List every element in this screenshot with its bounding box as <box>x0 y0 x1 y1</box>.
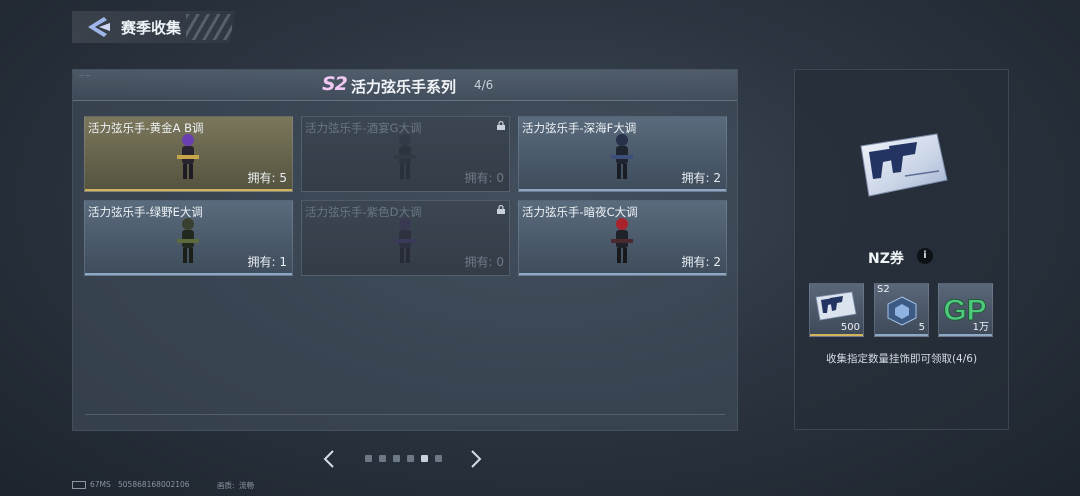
season-badge: S2 <box>322 73 348 95</box>
battery-icon <box>72 481 86 489</box>
info-icon[interactable]: i <box>917 248 933 264</box>
uid-text: 505868168002106 <box>118 480 190 489</box>
reward-item-nz-ticket[interactable]: 500 <box>809 283 864 337</box>
reward-name: NZ券 <box>868 251 904 267</box>
reward-qty: 5 <box>918 322 925 333</box>
card-gold-ab[interactable]: 活力弦乐手-黄金A B调 拥有: 5 <box>84 116 293 192</box>
page-dot[interactable] <box>393 455 400 462</box>
page-dot[interactable] <box>435 455 442 462</box>
card-owned-count: 拥有: 0 <box>464 171 505 185</box>
charm-figure-deepsea <box>611 134 633 179</box>
header-decoration-left: — — <box>79 73 91 79</box>
page-dot[interactable] <box>379 455 386 462</box>
reward-panel: NZ券 i 500 S2 5 GP 1万 收集指定数量挂饰即可领取(4/6) <box>794 69 1009 430</box>
s2-crate-icon <box>887 296 917 326</box>
lock-icon <box>497 205 505 214</box>
reward-tag: S2 <box>877 284 890 295</box>
card-owned-count: 拥有: 5 <box>247 171 288 185</box>
card-owned-count: 拥有: 1 <box>247 255 288 269</box>
quality-value: 流畅 <box>239 481 254 490</box>
panel-divider <box>85 414 725 415</box>
page-dot[interactable] <box>365 455 372 462</box>
reward-underline <box>810 334 863 336</box>
series-progress: 4/6 <box>474 78 494 92</box>
collection-panel: — — S2 活力弦乐手系列 4/6 活力弦乐手-黄金A B调 拥有: 5 活力… <box>72 69 738 431</box>
card-darknight-c[interactable]: 活力弦乐手-暗夜C大调 拥有: 2 <box>518 200 727 276</box>
card-owned-count: 拥有: 2 <box>681 171 722 185</box>
reward-item-gp[interactable]: GP 1万 <box>938 283 993 337</box>
next-page-icon[interactable] <box>469 449 483 469</box>
page-dot[interactable] <box>407 455 414 462</box>
card-deepsea-f[interactable]: 活力弦乐手-深海F大调 拥有: 2 <box>518 116 727 192</box>
reward-underline <box>875 334 928 336</box>
ping-text: 67MS <box>90 480 111 489</box>
charm-figure-darknight <box>611 218 633 263</box>
card-underline <box>519 273 726 275</box>
card-underline <box>85 189 292 191</box>
nz-ticket-large-icon <box>860 133 948 197</box>
page-title: 赛季收集 <box>121 19 182 37</box>
prev-page-icon[interactable] <box>322 449 336 469</box>
reward-qty: 500 <box>840 322 860 333</box>
card-underline <box>85 273 292 275</box>
card-owned-count: 拥有: 0 <box>464 255 505 269</box>
quality-label: 画质: <box>217 481 235 490</box>
card-purple-d[interactable]: 活力弦乐手-紫色D大调 拥有: 0 <box>301 200 510 276</box>
page-dot-active[interactable] <box>421 455 428 462</box>
card-owned-count: 拥有: 2 <box>681 255 722 269</box>
lock-icon <box>497 121 505 130</box>
reward-underline <box>939 334 992 336</box>
charm-figure-purple <box>394 218 416 263</box>
charm-figure-gold <box>177 134 199 179</box>
series-header: — — S2 活力弦乐手系列 4/6 <box>73 70 737 101</box>
nz-ticket-icon <box>815 291 857 321</box>
reward-item-s2-crate[interactable]: S2 5 <box>874 283 929 337</box>
card-underline <box>519 189 726 191</box>
series-title: 活力弦乐手系列 <box>351 78 457 96</box>
header-decoration <box>186 14 232 40</box>
card-greenfield-e[interactable]: 活力弦乐手-绿野E大调 拥有: 1 <box>84 200 293 276</box>
charm-figure-feast <box>394 134 416 179</box>
charm-figure-greenfield <box>177 218 199 263</box>
reward-qty: 1万 <box>972 322 989 333</box>
back-icon[interactable] <box>84 15 112 39</box>
card-feast-g[interactable]: 活力弦乐手-酒宴G大调 拥有: 0 <box>301 116 510 192</box>
claim-condition-text: 收集指定数量挂饰即可领取(4/6) <box>825 353 978 365</box>
